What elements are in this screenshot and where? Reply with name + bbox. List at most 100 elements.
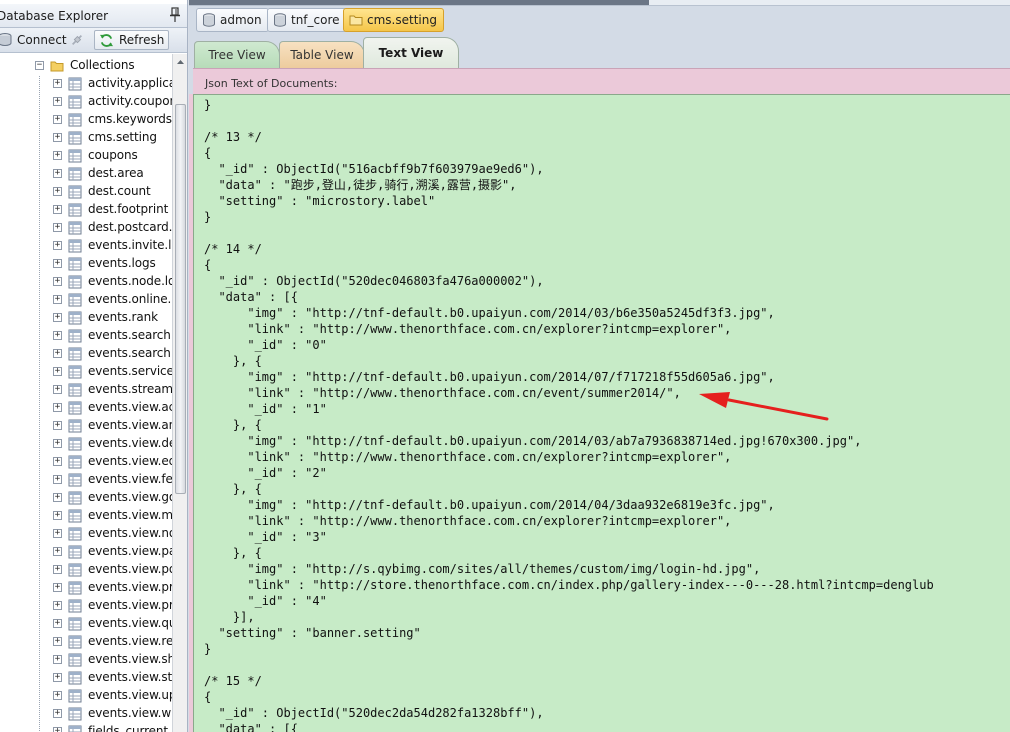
tree-node-collection[interactable]: + events.view.ups xyxy=(0,687,172,705)
tree-node-collection[interactable]: + events.view.wik xyxy=(0,705,172,723)
disconnect-button[interactable] xyxy=(66,30,88,50)
collection-label: events.view.ups xyxy=(88,688,172,702)
expand-toggle[interactable]: + xyxy=(53,205,62,214)
tree-node-collection[interactable]: + events.view.ans xyxy=(0,417,172,435)
tree-node-collection[interactable]: + events.online.lo xyxy=(0,291,172,309)
tree-node-collection[interactable]: + events.view.act xyxy=(0,399,172,417)
expand-toggle[interactable]: + xyxy=(53,367,62,376)
expand-toggle[interactable]: + xyxy=(53,493,62,502)
expand-toggle[interactable]: + xyxy=(53,511,62,520)
pin-icon[interactable] xyxy=(169,7,181,23)
tab-tree-view[interactable]: Tree View xyxy=(194,41,280,68)
expand-toggle[interactable]: + xyxy=(53,331,62,340)
tree-node-collection[interactable]: + events.search.a xyxy=(0,327,172,345)
tree-node-collection[interactable]: + events.view.not xyxy=(0,525,172,543)
expand-toggle[interactable]: + xyxy=(53,673,62,682)
tree-node-collection[interactable]: + cms.keywords xyxy=(0,111,172,129)
expand-toggle[interactable]: + xyxy=(53,79,62,88)
tree-node-collection[interactable]: + events.search.lo xyxy=(0,345,172,363)
code-line: "setting" : "banner.setting" xyxy=(204,626,421,640)
tree-node-collection[interactable]: + activity.applicat xyxy=(0,75,172,93)
tree-node-collection[interactable]: + events.view.goo xyxy=(0,489,172,507)
table-icon xyxy=(68,293,82,307)
expand-toggle[interactable]: + xyxy=(53,97,62,106)
tree-node-collection[interactable]: + events.node.log xyxy=(0,273,172,291)
expand-toggle[interactable]: + xyxy=(53,457,62,466)
expand-toggle[interactable]: + xyxy=(53,295,62,304)
expand-toggle[interactable]: + xyxy=(53,169,62,178)
expand-toggle[interactable]: + xyxy=(53,187,62,196)
expand-toggle[interactable]: + xyxy=(53,637,62,646)
collection-label: dest.count xyxy=(88,184,151,198)
tree-node-collection[interactable]: + events.view.sto xyxy=(0,669,172,687)
expand-toggle[interactable]: + xyxy=(53,601,62,610)
tree-node-collection[interactable]: + events.logs xyxy=(0,255,172,273)
doc-tab-tnf-core[interactable]: tnf_core xyxy=(267,8,347,32)
tree-node-collection[interactable]: + events.stream xyxy=(0,381,172,399)
tree-scrollbar[interactable] xyxy=(172,54,187,732)
expand-toggle[interactable]: + xyxy=(53,655,62,664)
expand-toggle[interactable]: + xyxy=(53,565,62,574)
expand-toggle[interactable]: + xyxy=(53,115,62,124)
tree-node-collection[interactable]: + cms.setting xyxy=(0,129,172,147)
tree-node-collection[interactable]: + activity.coupon xyxy=(0,93,172,111)
tree-node-collection[interactable]: + coupons xyxy=(0,147,172,165)
json-text-editor[interactable]: } /* 13 */ { "_id" : ObjectId("516acbff9b7… xyxy=(193,94,1010,732)
tab-table-view[interactable]: Table View xyxy=(279,41,365,68)
tree-node-collection[interactable]: + events.service.lo xyxy=(0,363,172,381)
expand-toggle[interactable]: + xyxy=(53,259,62,268)
tree-node-collection[interactable]: + events.view.fee xyxy=(0,471,172,489)
expand-toggle[interactable]: + xyxy=(53,151,62,160)
expand-toggle[interactable]: + xyxy=(53,421,62,430)
collection-label: dest.area xyxy=(88,166,144,180)
expand-toggle[interactable]: + xyxy=(53,223,62,232)
expand-toggle[interactable]: + xyxy=(53,277,62,286)
tab-text-view[interactable]: Text View xyxy=(363,37,459,68)
expand-toggle[interactable]: + xyxy=(53,727,62,732)
expand-toggle[interactable]: + xyxy=(53,313,62,322)
expand-toggle[interactable]: + xyxy=(53,475,62,484)
tree-node-collection[interactable]: + events.view.pro xyxy=(0,579,172,597)
expand-toggle[interactable]: + xyxy=(53,529,62,538)
collection-label: events.view.par xyxy=(88,544,172,558)
tree-node-collection[interactable]: + events.view.shu xyxy=(0,651,172,669)
expand-toggle[interactable]: + xyxy=(53,133,62,142)
expand-toggle[interactable]: + xyxy=(53,691,62,700)
expand-toggle[interactable]: + xyxy=(53,619,62,628)
tree-node-collection[interactable]: + dest.postcard.c xyxy=(0,219,172,237)
tree-node-collection[interactable]: + events.view.par xyxy=(0,543,172,561)
tree-node-collection[interactable]: + fields_current_c xyxy=(0,723,172,732)
tree-node-collection[interactable]: + events.view.rep xyxy=(0,633,172,651)
collection-label: events.view.ans xyxy=(88,418,172,432)
expand-toggle[interactable]: + xyxy=(53,439,62,448)
refresh-button[interactable]: Refresh xyxy=(94,30,170,50)
doc-tab-cms-setting[interactable]: cms.setting xyxy=(343,8,444,32)
tree-node-collections[interactable]: − Collections xyxy=(0,57,172,75)
expand-toggle[interactable]: + xyxy=(53,583,62,592)
tree-node-collection[interactable]: + events.view.pro xyxy=(0,597,172,615)
expand-toggle[interactable]: + xyxy=(53,403,62,412)
scroll-up-icon[interactable] xyxy=(173,54,188,70)
tree-node-collection[interactable]: + events.rank xyxy=(0,309,172,327)
doc-tab-admon[interactable]: admon xyxy=(196,8,269,32)
tree-node-collection[interactable]: + events.view.des xyxy=(0,435,172,453)
tree-node-collection[interactable]: + events.view.que xyxy=(0,615,172,633)
connect-button[interactable]: Connect xyxy=(0,30,71,50)
tree-node-collection[interactable]: + dest.area xyxy=(0,165,172,183)
tree-node-collection[interactable]: + events.view.mic xyxy=(0,507,172,525)
expand-toggle[interactable]: + xyxy=(53,385,62,394)
tree-node-collection[interactable]: + dest.count xyxy=(0,183,172,201)
view-tabs: Tree View Table View Text View xyxy=(189,36,1010,68)
expand-toggle[interactable]: + xyxy=(53,709,62,718)
collapse-toggle[interactable]: − xyxy=(35,61,44,70)
tree-node-collection[interactable]: + events.view.equ xyxy=(0,453,172,471)
tree-node-collection[interactable]: + events.invite.log xyxy=(0,237,172,255)
expand-toggle[interactable]: + xyxy=(53,349,62,358)
table-icon xyxy=(68,509,82,523)
expand-toggle[interactable]: + xyxy=(53,241,62,250)
expand-toggle[interactable]: + xyxy=(53,547,62,556)
collection-label: events.node.log xyxy=(88,274,172,288)
tree-node-collection[interactable]: + events.view.pos xyxy=(0,561,172,579)
tree-node-collection[interactable]: + dest.footprint xyxy=(0,201,172,219)
scroll-thumb[interactable] xyxy=(175,104,186,494)
